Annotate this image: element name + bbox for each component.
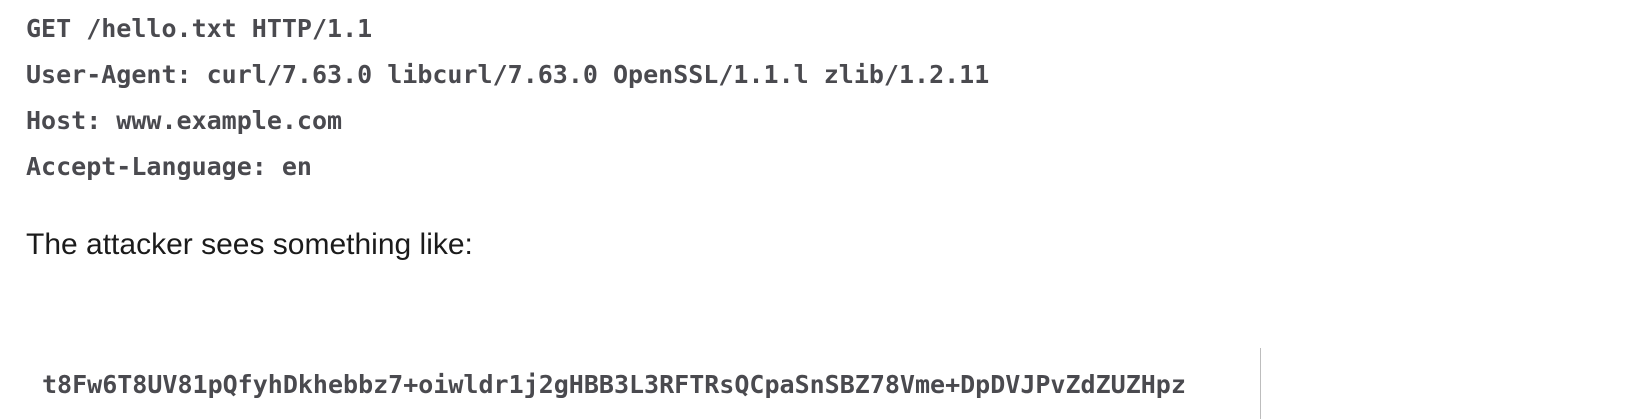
- ciphertext-line: t8Fw6T8UV81pQfyhDkhebbz7+oiwldr1j2gHBB3L…: [42, 370, 1186, 399]
- http-request-code-block: GET /hello.txt HTTP/1.1 User-Agent: curl…: [26, 10, 989, 194]
- request-line: GET /hello.txt HTTP/1.1: [26, 14, 373, 43]
- accept-language-header: Accept-Language: en: [26, 152, 312, 181]
- document-page: GET /hello.txt HTTP/1.1 User-Agent: curl…: [0, 0, 1632, 419]
- ciphertext-code-block[interactable]: t8Fw6T8UV81pQfyhDkhebbz7+oiwldr1j2gHBB3L…: [26, 348, 1261, 419]
- attacker-description-text: The attacker sees something like:: [26, 228, 473, 261]
- host-header: Host: www.example.com: [26, 106, 343, 135]
- user-agent-header: User-Agent: curl/7.63.0 libcurl/7.63.0 O…: [26, 60, 990, 89]
